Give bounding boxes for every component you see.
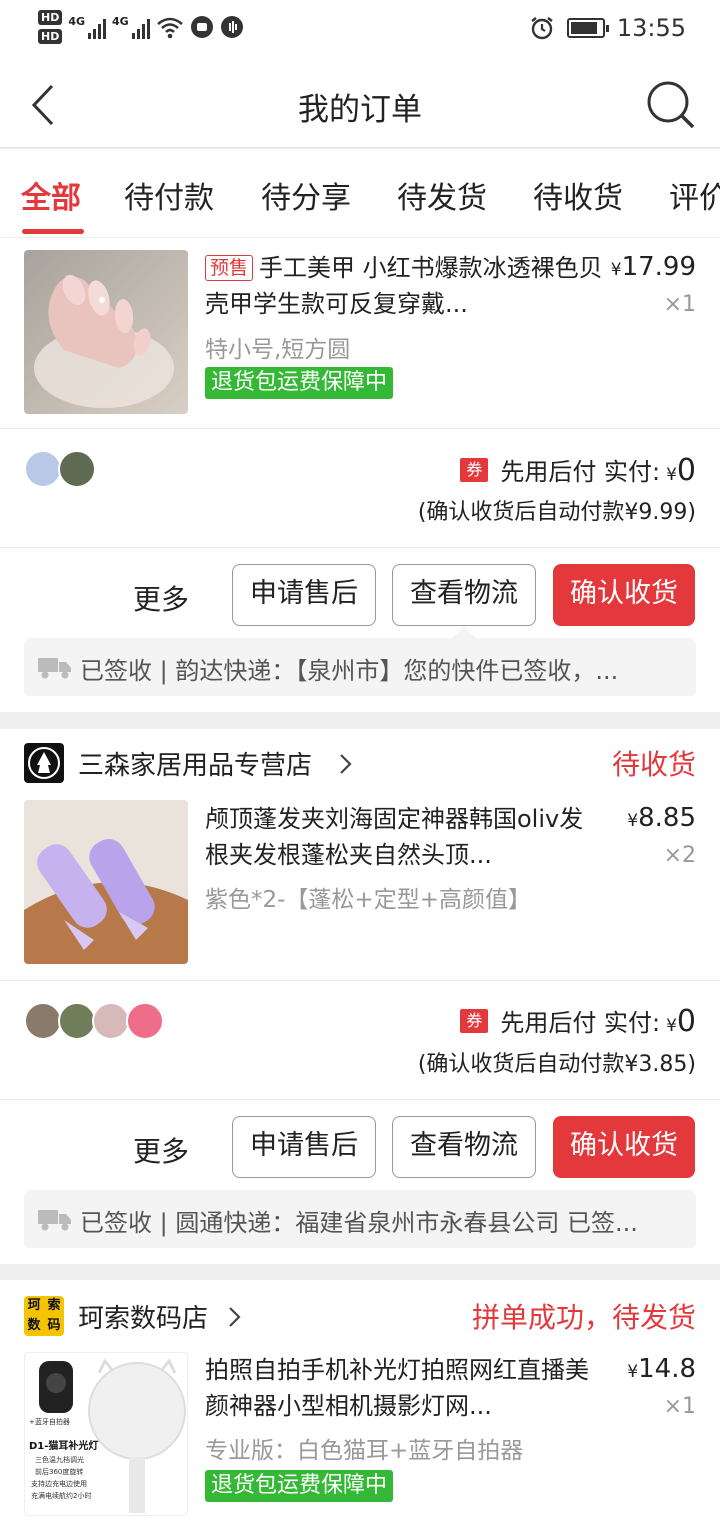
payment-summary: 券 先用后付 实付: ¥0 [460, 1003, 696, 1039]
coupon-icon: 券 [460, 1009, 489, 1033]
logistics-status[interactable]: 已签收 | 圆通快递：福建省泉州市永春县公司 已签... [24, 1190, 696, 1248]
divider [0, 428, 720, 429]
order-card: 预售 手工美甲 小红书爆款冰透裸色贝壳甲学生款可反复穿戴... ¥17.99 ×1… [0, 238, 720, 712]
avatar [24, 450, 62, 488]
product-quantity: ×1 [663, 1394, 696, 1419]
group-avatars [24, 1002, 164, 1040]
divider [0, 547, 720, 548]
store-logo: 珂索数码 [24, 1296, 64, 1336]
product-image-nails[interactable] [24, 250, 188, 414]
product-price: ¥14.8 [627, 1354, 696, 1384]
hd-indicator: HD HD [38, 10, 63, 44]
view-logistics-button[interactable]: 查看物流 [392, 564, 536, 626]
view-logistics-button[interactable]: 查看物流 [392, 1116, 536, 1178]
shield-icon [190, 16, 213, 38]
store-row[interactable]: 三森家居用品专营店 待收货 [24, 737, 696, 787]
tab-pending-share[interactable]: 待分享 [261, 173, 351, 217]
tab-pending-receipt[interactable]: 待收货 [533, 173, 623, 217]
product-spec: 特小号,短方圆 [205, 337, 351, 363]
page-title: 我的订单 [298, 92, 422, 128]
product-image-selfie-light[interactable]: +蓝牙自拍器 D1-猫耳补光灯 三色温九档调光 前后360度旋转 支持边充电边使… [24, 1352, 188, 1516]
auto-pay-note: (确认收货后自动付款¥3.85) [417, 1052, 696, 1077]
avatar [92, 1002, 130, 1040]
store-logo [24, 743, 64, 783]
order-tabs: 全部 待付款 待分享 待发货 待收货 评价 [0, 149, 720, 237]
product-title[interactable]: 拍照自拍手机补光灯拍照网红直播美颜神器小型相机摄影灯网... [205, 1352, 605, 1424]
search-icon[interactable] [646, 80, 696, 130]
product-quantity: ×2 [663, 843, 696, 868]
return-shipping-badge: 退货包运费保障中 [205, 1470, 394, 1502]
product-spec: 紫色*2-【蓬松+定型+高颜值】 [205, 887, 531, 913]
store-name[interactable]: 珂索数码店 [78, 1298, 208, 1335]
truck-icon [38, 1210, 71, 1231]
signal-1-icon: 4G [68, 15, 107, 39]
product-title[interactable]: 预售 手工美甲 小红书爆款冰透裸色贝壳甲学生款可反复穿戴... [205, 250, 605, 322]
coupon-icon: 券 [460, 458, 489, 482]
audio-icon [220, 16, 243, 38]
store-name[interactable]: 三森家居用品专营店 [78, 745, 312, 782]
divider [0, 1099, 720, 1100]
product-title[interactable]: 颅顶蓬发夹刘海固定神器韩国oliv发根夹发根蓬松夹自然头顶... [205, 801, 605, 873]
return-shipping-badge: 退货包运费保障中 [205, 367, 394, 399]
logistics-pointer [452, 626, 476, 638]
product-spec: 专业版：白色猫耳+蓝牙自拍器 [205, 1438, 524, 1464]
chevron-right-icon [229, 1307, 241, 1327]
product-price: ¥17.99 [610, 252, 696, 282]
tab-pending-shipment[interactable]: 待发货 [397, 173, 487, 217]
alarm-icon [531, 17, 553, 40]
nav-header: 我的订单 [0, 62, 720, 148]
order-status: 待收货 [611, 748, 696, 781]
avatar [58, 1002, 96, 1040]
after-sale-button[interactable]: 申请售后 [232, 1116, 376, 1178]
tab-pending-payment[interactable]: 待付款 [124, 173, 214, 217]
order-card: 珂索数码 珂索数码店 拼单成功，待发货 +蓝牙自拍器 D1-猫耳补光灯 三色温九… [0, 1280, 720, 1520]
chevron-right-icon [340, 754, 352, 774]
signal-2-icon: 4G [112, 15, 150, 39]
more-button[interactable]: 更多 [133, 1130, 189, 1170]
after-sale-button[interactable]: 申请售后 [232, 564, 376, 626]
payment-summary: 券 先用后付 实付: ¥0 [460, 452, 696, 488]
group-avatars [24, 450, 96, 488]
wifi-icon [156, 17, 183, 39]
store-row[interactable]: 珂索数码 珂索数码店 拼单成功，待发货 [24, 1290, 696, 1340]
product-quantity: ×1 [663, 292, 696, 317]
order-card: 三森家居用品专营店 待收货 颅顶蓬发夹刘海固定神器韩国oliv发根夹发根蓬松夹自… [0, 729, 720, 1264]
confirm-receipt-button[interactable]: 确认收货 [553, 1116, 695, 1178]
auto-pay-note: (确认收货后自动付款¥9.99) [417, 500, 696, 525]
avatar [126, 1002, 164, 1040]
product-image-hairclip[interactable] [24, 800, 188, 964]
battery-icon [566, 18, 609, 38]
presale-tag: 预售 [205, 255, 254, 281]
tab-all[interactable]: 全部 [21, 173, 81, 217]
status-bar: HD HD 4G 4G 13:55 [0, 0, 720, 62]
avatar [24, 1002, 62, 1040]
tab-review[interactable]: 评价 [669, 173, 720, 217]
order-status: 拼单成功，待发货 [471, 1301, 696, 1334]
more-button[interactable]: 更多 [133, 578, 189, 618]
confirm-receipt-button[interactable]: 确认收货 [553, 564, 695, 626]
clock: 13:55 [616, 14, 686, 42]
active-tab-indicator [22, 229, 84, 234]
divider [0, 980, 720, 981]
logistics-status[interactable]: 已签收 | 韵达快递：【泉州市】您的快件已签收，... [24, 638, 696, 696]
avatar [58, 450, 96, 488]
truck-icon [38, 658, 71, 679]
product-price: ¥8.85 [627, 803, 696, 833]
